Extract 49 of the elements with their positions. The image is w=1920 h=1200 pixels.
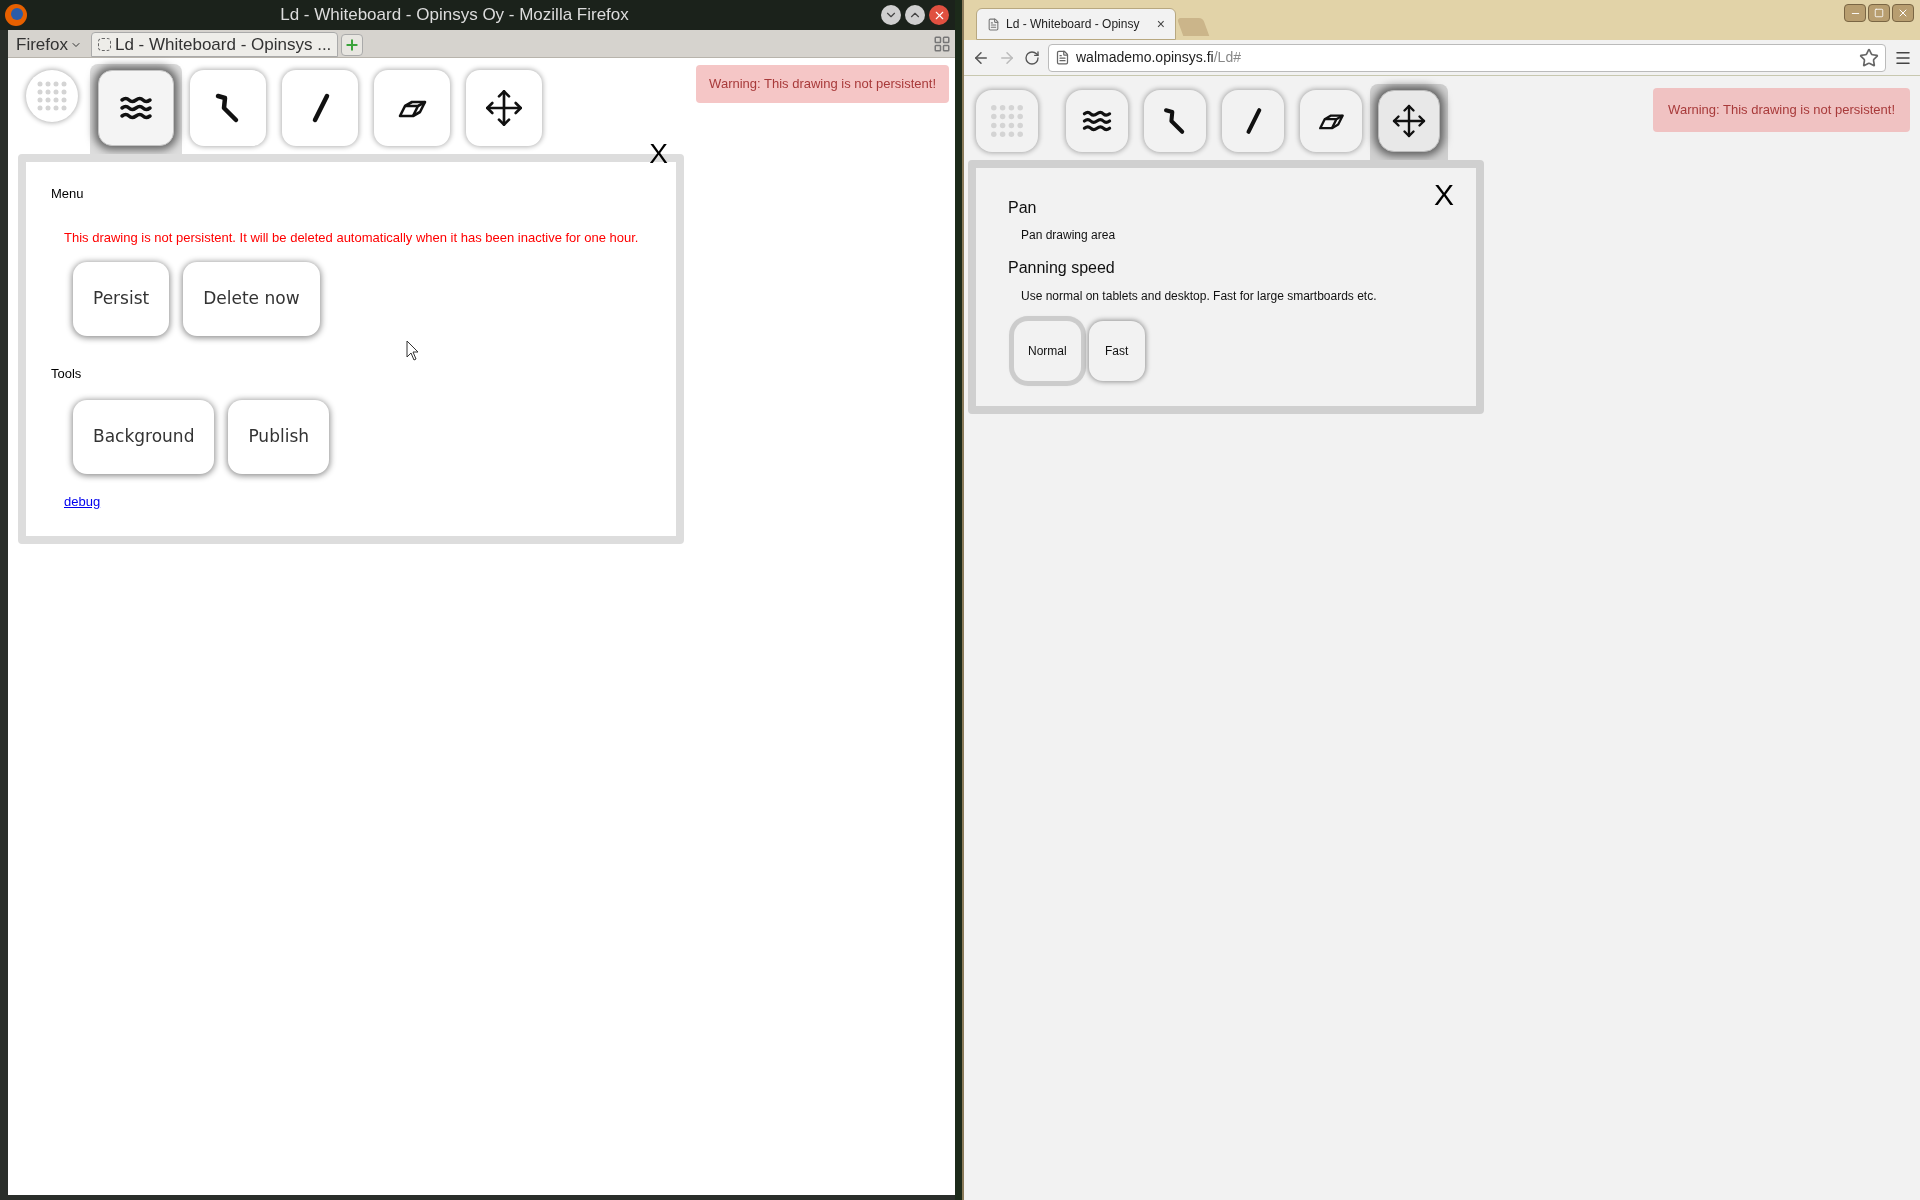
tool-button[interactable] [1066, 90, 1128, 152]
browser-logo-icon [4, 3, 28, 27]
tab-close-icon[interactable]: × [1156, 13, 1165, 35]
window-title: Ld - Whiteboard - Opinsys Oy - Mozilla Firefox [279, 4, 630, 27]
close-button[interactable]: X [1434, 180, 1454, 210]
maximize-icon [1874, 8, 1884, 18]
mouse-pointer-icon [406, 340, 420, 362]
tool-button[interactable] [1300, 90, 1362, 152]
page-icon [1055, 50, 1070, 65]
browser-tab[interactable]: Ld - Whiteboard - Opinsys ... [90, 32, 339, 57]
menu-button[interactable]: Persist [73, 262, 170, 336]
panel-title: Pan [1008, 198, 1038, 218]
tab-groups-icon[interactable] [933, 35, 951, 53]
new-tab-button[interactable] [341, 34, 364, 56]
section-heading: Menu [51, 185, 85, 203]
maximize-button[interactable] [905, 5, 925, 25]
minimize-button[interactable] [881, 5, 901, 25]
move-arrows-icon [1391, 103, 1427, 139]
tool-button[interactable] [1222, 90, 1284, 152]
debug-link[interactable]: debug [64, 491, 101, 511]
bookmark-star-icon[interactable] [1859, 47, 1879, 68]
warning-banner: Warning: This drawing is not persistent! [696, 65, 949, 103]
page-icon [987, 17, 1000, 31]
tool-button[interactable] [1144, 90, 1206, 152]
tool-button[interactable] [466, 70, 542, 146]
section-heading: Tools [51, 365, 83, 383]
close-icon [1897, 7, 1909, 19]
close-button[interactable] [929, 5, 949, 25]
tool-button[interactable] [190, 70, 266, 146]
tool-button[interactable] [1378, 90, 1440, 152]
firefox-menu-button[interactable]: Firefox [10, 33, 88, 57]
speed-option-button[interactable]: Fast [1088, 321, 1145, 381]
panel-description: Pan drawing area [1021, 227, 1117, 244]
warning-text: This drawing is not persistent. It will be deleted automatically when it has been inactive for one hour. [64, 228, 640, 247]
section-description: Use normal on tablets and desktop. Fast for large smartboards etc. [1021, 288, 1378, 305]
browser-tab[interactable]: Ld - Whiteboard - Opinsy × [976, 8, 1176, 40]
reload-icon[interactable] [1024, 49, 1040, 66]
menu-button[interactable]: Delete now [183, 262, 320, 336]
tool-button[interactable] [98, 70, 174, 146]
section-heading: Panning speed [1008, 258, 1116, 278]
move-arrows-icon [484, 88, 524, 128]
close-button[interactable]: X [649, 140, 668, 168]
warning-banner: Warning: This drawing is not persistent! [1653, 88, 1910, 132]
url-text: walmademo.opinsys.fi/Ld# [1076, 48, 1242, 67]
menu-button[interactable]: Background [73, 399, 215, 474]
menu-button[interactable]: Publish [228, 399, 330, 474]
tool-button[interactable] [374, 70, 450, 146]
address-bar[interactable]: walmademo.opinsys.fi/Ld# [1048, 43, 1886, 72]
tool-button[interactable] [282, 70, 358, 146]
